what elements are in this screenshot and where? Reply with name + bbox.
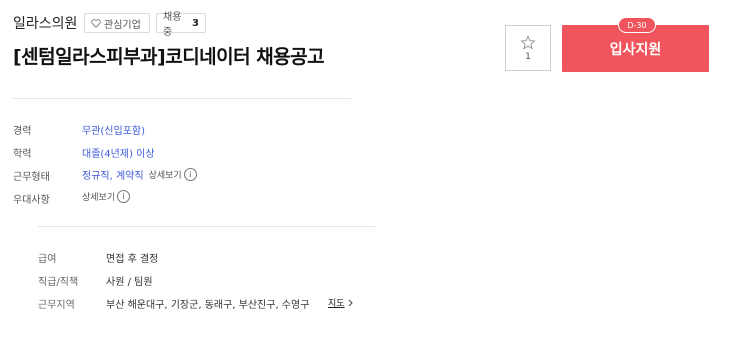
- chevron-right-icon: [348, 299, 353, 307]
- hiring-label: 채용중: [163, 12, 182, 38]
- salary-value: 면접 후 결정: [106, 254, 159, 265]
- worktype-label: 근무형태: [13, 172, 50, 183]
- divider: [38, 226, 375, 227]
- info-icon: i: [117, 190, 131, 203]
- favorite-label: 관심기업: [104, 19, 141, 31]
- hiring-count: 3: [192, 17, 199, 29]
- star-icon: [520, 34, 536, 51]
- dday-label: D-30: [627, 20, 647, 30]
- apply-label: 입사지원: [609, 41, 662, 58]
- favorite-company-button[interactable]: 관심기업: [84, 13, 150, 33]
- benefits-detail-label: 상세보기: [82, 193, 116, 203]
- scrap-count: 1: [525, 51, 531, 62]
- career-label: 경력: [13, 126, 32, 137]
- education-label: 학력: [13, 149, 32, 160]
- benefits-detail-button[interactable]: 상세보기 i: [82, 190, 131, 203]
- scrap-button[interactable]: 1: [505, 25, 551, 71]
- location-value: 부산 해운대구, 기장군, 동래구, 부산진구, 수영구: [106, 300, 310, 311]
- worktype-detail-button[interactable]: 상세보기 i: [149, 168, 197, 181]
- career-value[interactable]: 무관(신입포함): [82, 122, 145, 137]
- divider: [13, 98, 351, 99]
- hiring-count-button[interactable]: 채용중 3: [156, 12, 206, 38]
- benefits-label: 우대사항: [13, 195, 50, 206]
- position-label: 직급/직책: [38, 277, 79, 288]
- worktype-value[interactable]: 정규직, 계약직: [82, 167, 144, 182]
- company-name[interactable]: 일라스의원: [13, 13, 77, 33]
- worktype-detail-label: 상세보기: [148, 171, 182, 181]
- info-icon: i: [183, 168, 197, 181]
- job-title: [센텀일라스피부과]코디네이터 채용공고: [13, 46, 325, 68]
- salary-label: 급여: [38, 254, 57, 265]
- position-value: 사원 / 팀원: [106, 277, 153, 288]
- location-label: 근무지역: [38, 300, 75, 311]
- dday-badge: D-30: [618, 17, 656, 33]
- map-link-label: 지도: [328, 299, 345, 309]
- heart-icon: [91, 18, 101, 28]
- map-link[interactable]: 지도: [328, 296, 353, 309]
- education-value[interactable]: 대졸(4년제) 이상: [82, 145, 155, 160]
